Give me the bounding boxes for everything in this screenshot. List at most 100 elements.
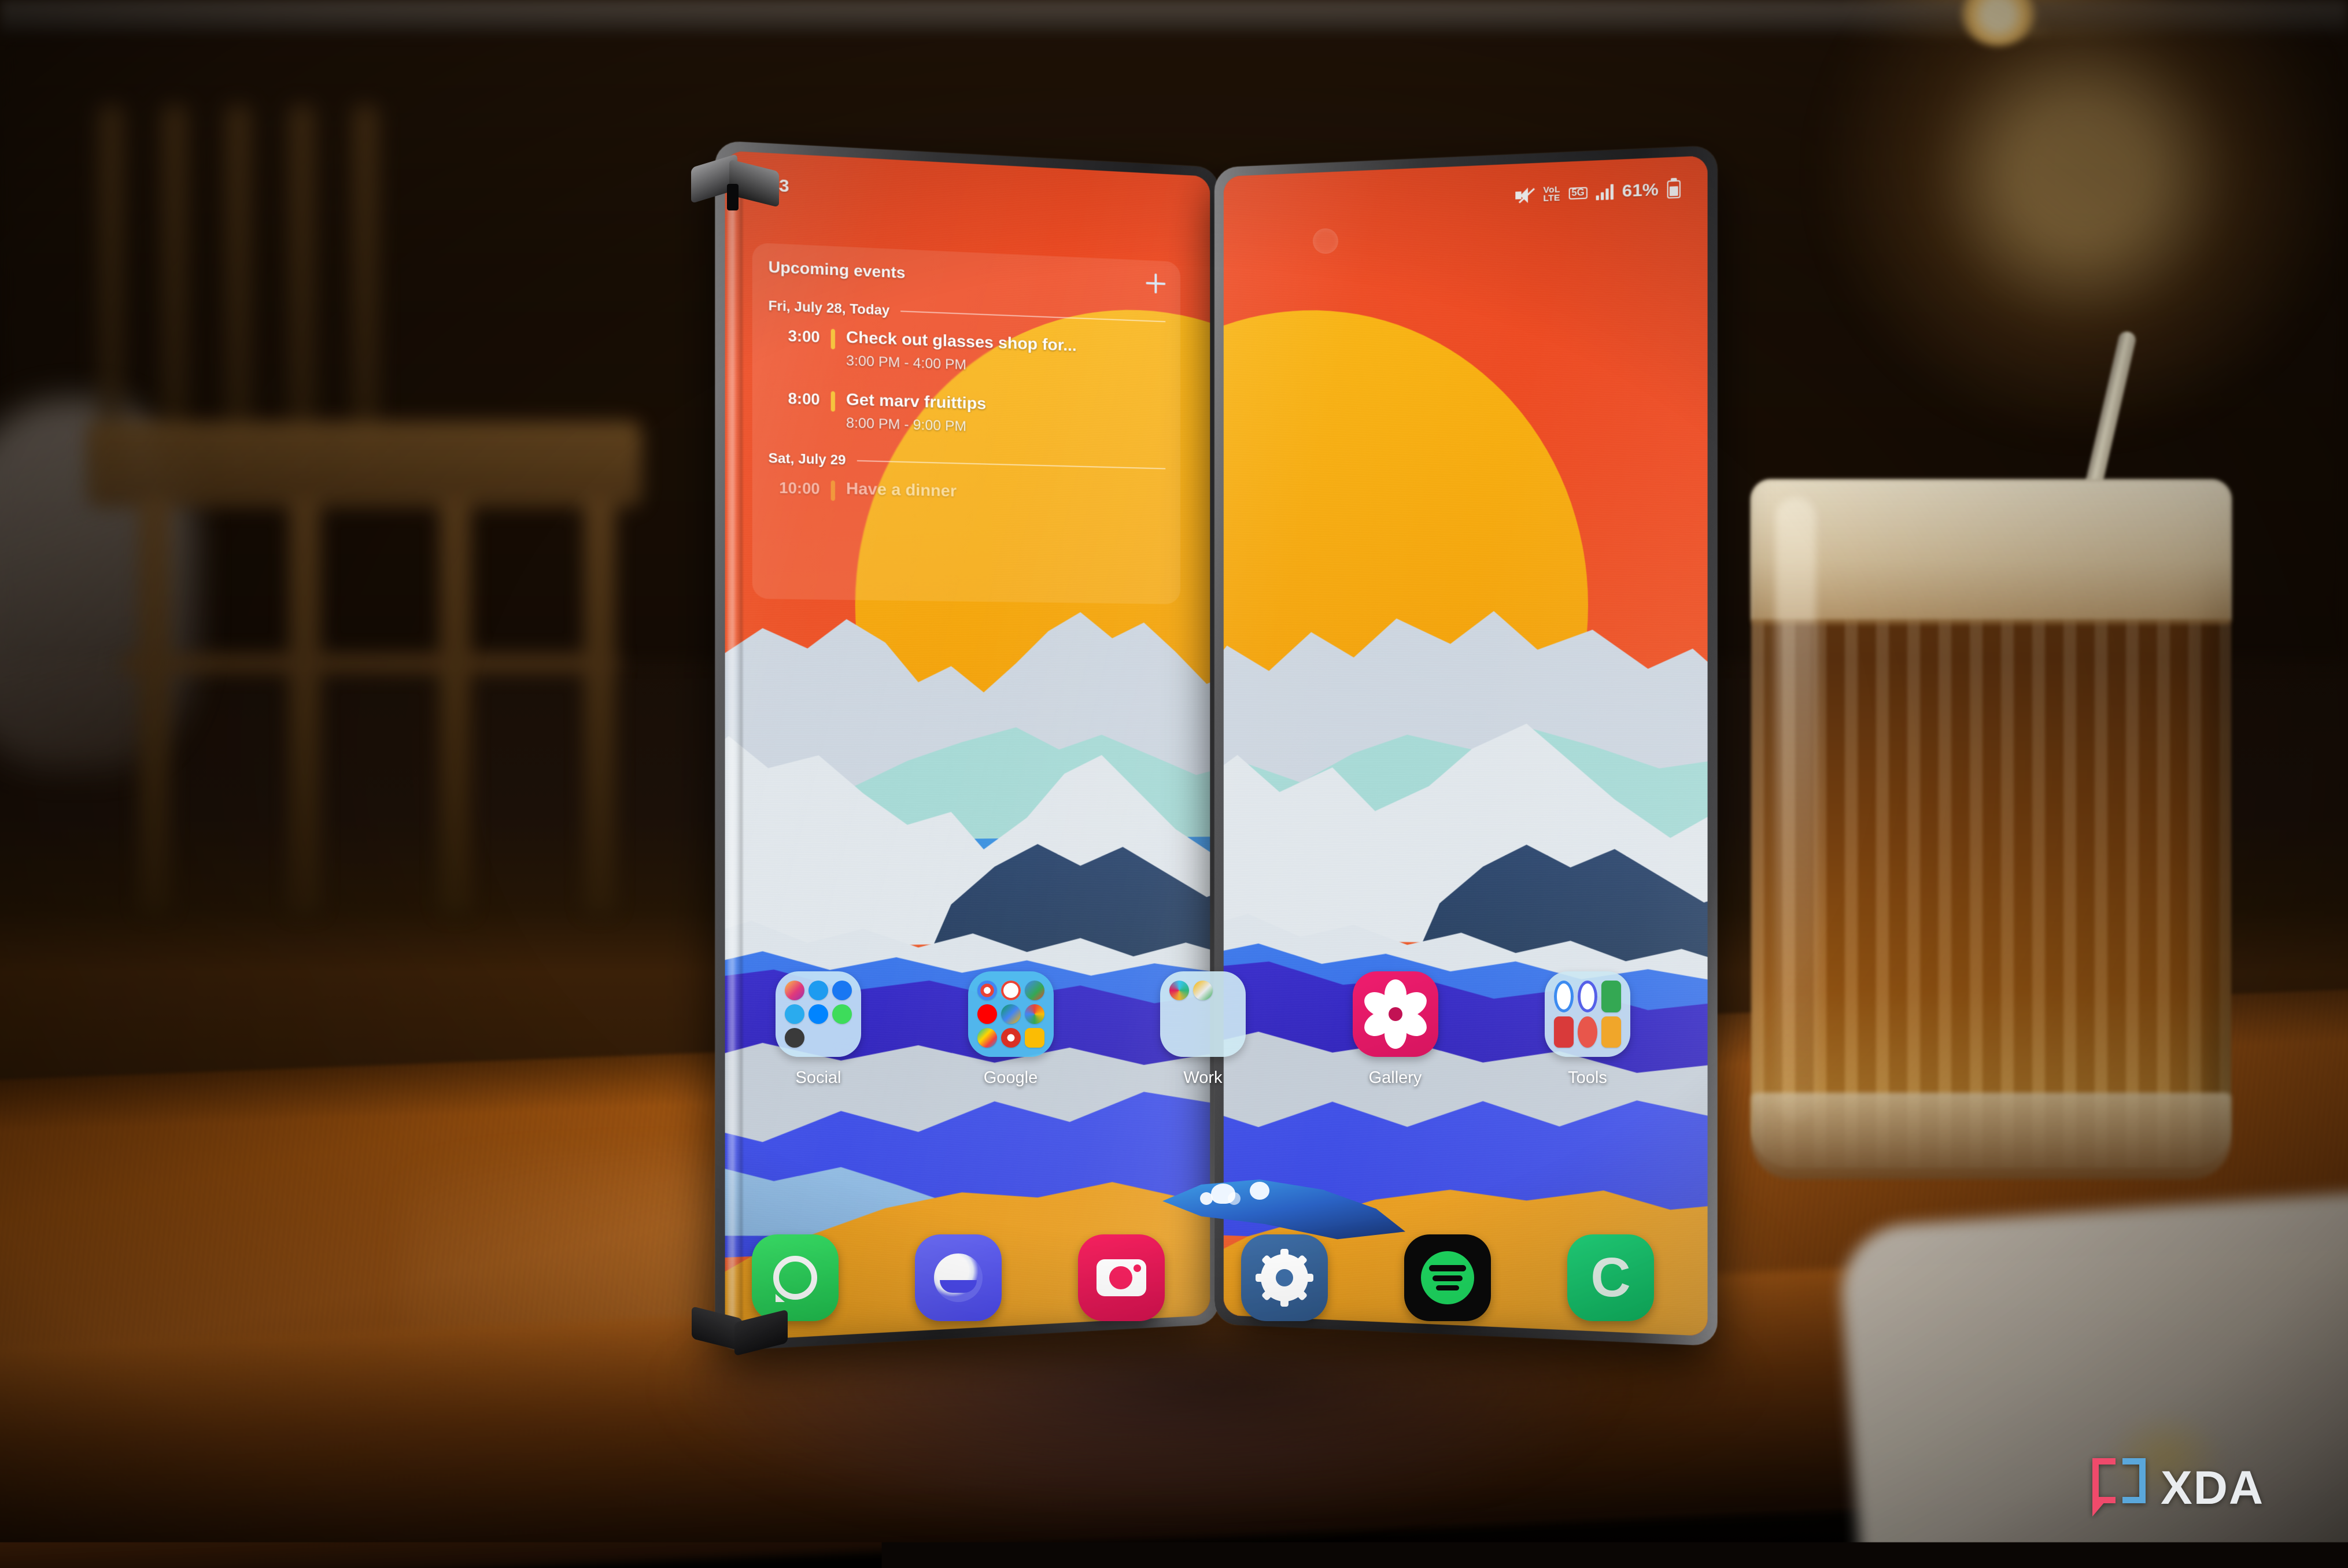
drive-mini-icon <box>1001 1004 1021 1024</box>
twitter-mini-icon <box>808 981 828 1000</box>
event-time: 8:00 <box>769 387 820 409</box>
battery-icon <box>1667 180 1681 198</box>
spotify-glyph <box>1421 1251 1474 1304</box>
chrome-beta-mini-icon <box>1001 1028 1021 1048</box>
xda-watermark: XDA <box>2092 1458 2264 1518</box>
event-color-bar <box>831 329 835 349</box>
calculator-mini-icon <box>1601 981 1621 1012</box>
widget-day-header: Fri, July 28, Today <box>769 298 1166 330</box>
photos-mini-icon <box>1025 1004 1044 1024</box>
background-stool <box>17 405 700 1087</box>
event-row[interactable]: 10:00 Have a dinner <box>769 477 1166 508</box>
event-color-bar <box>831 391 835 412</box>
folder-social[interactable]: Social <box>752 971 885 1088</box>
wechat-mini-icon <box>832 1004 852 1024</box>
internet-icon[interactable] <box>915 1234 1002 1321</box>
whatsapp-glyph <box>773 1256 817 1300</box>
google-folder-icon[interactable] <box>968 971 1054 1057</box>
signal-bars-icon <box>1596 184 1614 200</box>
messenger-mini-icon <box>808 1004 828 1024</box>
spotify-icon[interactable] <box>1404 1234 1491 1321</box>
clock-mini-icon <box>1578 981 1597 1012</box>
facebook-mini-icon <box>832 981 852 1000</box>
volte-icon: VoL LTE <box>1543 186 1560 203</box>
day-label: Fri, July 28, Today <box>769 298 890 319</box>
app-label: Social <box>796 1068 841 1088</box>
folder-tools[interactable]: Tools <box>1521 971 1654 1088</box>
maps-mini-icon <box>1025 981 1044 1000</box>
empty-slot <box>1217 981 1236 1000</box>
keep-mini-icon <box>1025 1028 1044 1048</box>
slack-mini-icon <box>1169 981 1189 1000</box>
event-title: Have a dinner <box>846 479 1165 505</box>
contacts-mini-icon <box>1578 1016 1597 1048</box>
coffee-foam <box>1751 480 2231 624</box>
under-display-camera <box>1313 228 1338 254</box>
hinge-bottom <box>694 1312 781 1382</box>
app-label: Gallery <box>1369 1068 1422 1088</box>
phone-icon[interactable]: C <box>1567 1234 1654 1321</box>
status-icons-group: VoL LTE 5G 61% <box>1516 179 1681 206</box>
empty-slot <box>1217 1004 1236 1024</box>
instagram-mini-icon <box>785 981 804 1000</box>
social-folder-icon[interactable] <box>776 971 861 1057</box>
widget-day-header: Sat, July 29 <box>769 450 1166 476</box>
internet-glyph <box>934 1253 983 1302</box>
event-time: 10:00 <box>769 477 820 498</box>
widget-header: Upcoming events <box>769 257 1166 294</box>
folder-google[interactable]: Google <box>944 971 1077 1088</box>
home-screen-app-row: Social Google Work Gallery Tools <box>752 971 1654 1214</box>
threads-mini-icon <box>785 1028 804 1048</box>
event-row[interactable]: 3:00 Check out glasses shop for... 3:00 … <box>769 325 1166 380</box>
page-indicator[interactable] <box>1200 1192 1241 1205</box>
glass-base <box>1751 1093 2231 1179</box>
empty-slot <box>1193 1028 1213 1048</box>
add-event-button[interactable] <box>1146 273 1165 294</box>
glass-highlight <box>1775 497 1816 1122</box>
event-color-bar <box>831 480 835 501</box>
empty-slot <box>1169 1004 1189 1024</box>
settings-gear-icon[interactable] <box>1241 1234 1328 1321</box>
page-dot[interactable] <box>1228 1192 1241 1205</box>
5g-icon: 5G <box>1568 187 1588 200</box>
notes-mini-icon <box>1554 1016 1574 1048</box>
messages-mini-icon <box>1554 981 1574 1012</box>
day-divider <box>900 310 1165 322</box>
empty-slot <box>832 1028 852 1048</box>
camera-glyph <box>1097 1259 1146 1296</box>
gmail-mini-icon <box>1001 981 1021 1000</box>
day-divider <box>856 460 1165 469</box>
iced-coffee-glass <box>1741 324 2250 1214</box>
app-label: Google <box>984 1068 1038 1088</box>
upcoming-events-widget[interactable]: Upcoming events Fri, July 28, Today 3:00… <box>752 243 1180 604</box>
youtube-mini-icon <box>977 1004 997 1024</box>
battery-percent-label: 61% <box>1622 180 1659 202</box>
event-title: Check out glasses shop for... <box>846 328 1165 358</box>
home-screen-dock: C <box>752 1203 1654 1353</box>
gear-glyph <box>1261 1254 1308 1301</box>
play-store-mini-icon <box>977 1028 997 1048</box>
hinge-top <box>691 148 778 221</box>
phone-glyph: C <box>1590 1254 1630 1301</box>
phone-drop-shadow <box>682 1330 1758 1503</box>
mute-icon <box>1516 187 1535 204</box>
camera-icon[interactable] <box>1078 1234 1165 1321</box>
event-row[interactable]: 8:00 Get marv fruittips 8:00 PM - 9:00 P… <box>769 387 1166 441</box>
whatsapp-icon[interactable] <box>752 1234 839 1321</box>
empty-slot <box>808 1028 828 1048</box>
day-label: Sat, July 29 <box>769 450 846 468</box>
event-time-range: 8:00 PM - 9:00 PM <box>846 415 1165 441</box>
gallery-icon[interactable] <box>1353 971 1438 1057</box>
telegram-mini-icon <box>785 1004 804 1024</box>
page-dot-active[interactable] <box>1200 1192 1213 1205</box>
photo-scene: 1:43 Upcoming events Fri, July 28, Today <box>0 0 2348 1568</box>
event-title: Get marv fruittips <box>846 390 1165 419</box>
my-files-mini-icon <box>1601 1016 1621 1048</box>
tools-folder-icon[interactable] <box>1545 971 1630 1057</box>
app-gallery[interactable]: Gallery <box>1329 971 1462 1088</box>
slides-mini-icon <box>1193 981 1213 1000</box>
work-folder-icon[interactable] <box>1160 971 1246 1057</box>
xda-wordmark: XDA <box>2161 1461 2264 1515</box>
xda-logo-mark <box>2092 1458 2146 1518</box>
folder-work[interactable]: Work <box>1136 971 1269 1088</box>
